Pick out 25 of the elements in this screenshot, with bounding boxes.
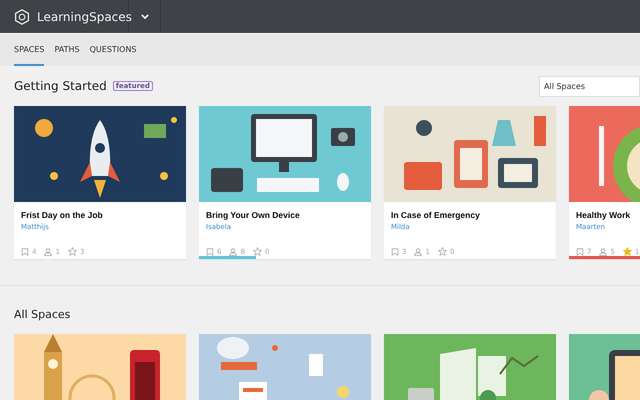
section-title: Getting Started — [14, 79, 107, 93]
person-icon — [599, 248, 608, 256]
bookmark-icon — [576, 248, 584, 256]
card-title[interactable]: In Case of Emergency — [391, 210, 549, 220]
person-icon — [414, 248, 422, 256]
card-title[interactable]: Bring Your Own Device — [206, 210, 364, 220]
filter-dropdown[interactable]: All Spaces — [539, 76, 640, 96]
hexagon-logo-icon — [14, 8, 30, 24]
nav-tab[interactable]: QUESTIONS — [90, 34, 136, 66]
star-icon[interactable] — [252, 247, 262, 256]
bookmark-icon — [206, 248, 214, 256]
filled-star-icon[interactable] — [622, 247, 632, 256]
nav-tab[interactable]: SPACES — [14, 34, 44, 66]
card-title[interactable]: Frist Day on the Job — [21, 210, 179, 220]
star-icon[interactable] — [438, 247, 447, 256]
section-title: All Spaces — [14, 308, 70, 320]
bookmark-icon — [21, 248, 29, 256]
app-name[interactable]: LearningSpaces — [37, 10, 132, 24]
bookmark-icon — [391, 248, 399, 256]
star-icon[interactable] — [68, 247, 77, 256]
person-icon — [44, 248, 52, 256]
caret-icon — [140, 14, 148, 19]
card-title[interactable]: Healthy Work — [576, 210, 640, 220]
nav-tab[interactable]: PATHS — [54, 34, 80, 66]
person-icon — [229, 248, 238, 256]
